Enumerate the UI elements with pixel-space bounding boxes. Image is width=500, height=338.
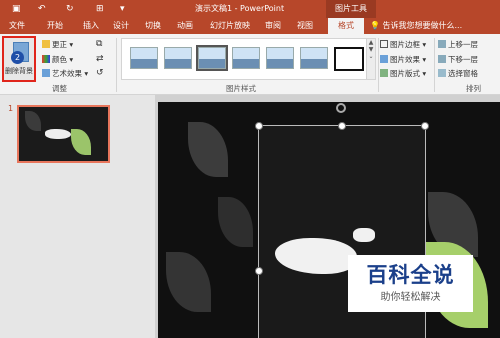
- thumbnail-leaf: [25, 111, 41, 131]
- selection-pane-icon: [438, 69, 446, 77]
- color-button[interactable]: 颜色 ▾: [42, 54, 73, 65]
- slide-thumbnail[interactable]: [17, 105, 110, 163]
- title-bar: ▣ ↶ ↻ ⊞ ▾ 演示文稿1 - PowerPoint 图片工具: [0, 0, 500, 18]
- lightbulb-icon: 💡: [370, 21, 380, 30]
- slide-number: 1: [8, 104, 14, 113]
- tell-me-search[interactable]: 💡 告诉我您想要做什么...: [370, 18, 495, 34]
- watermark-subtitle: 助你轻松解决: [380, 292, 441, 303]
- picture-tools-context: 图片工具: [326, 0, 376, 18]
- customize-qat-icon[interactable]: ▾: [120, 3, 125, 15]
- horse-head: [353, 228, 375, 242]
- artistic-effects-icon: [42, 69, 50, 77]
- corrections-icon: [42, 40, 50, 48]
- thumbnail-leaf: [71, 129, 91, 155]
- picture-styles-label: 图片样式: [226, 84, 256, 93]
- picture-style-7[interactable]: [334, 47, 364, 71]
- present-icon[interactable]: ⊞: [96, 3, 104, 15]
- resize-handle-ne[interactable]: [421, 122, 429, 130]
- tab-home[interactable]: 开始: [42, 18, 68, 34]
- tab-design[interactable]: 设计: [108, 18, 134, 34]
- save-icon[interactable]: ▣: [12, 3, 21, 15]
- picture-style-6[interactable]: [300, 47, 328, 69]
- adjust-group-label: 调整: [52, 84, 67, 93]
- tab-format[interactable]: 格式: [328, 18, 364, 34]
- picture-layout-icon: [380, 69, 388, 77]
- tab-view[interactable]: 视图: [292, 18, 318, 34]
- ribbon: 删除背景 更正 ▾ 颜色 ▾ 艺术效果 ▾ ⧉ ⇄ ↺ 调整 ▲ ▼ ⌄ 图片样式 …: [0, 34, 500, 95]
- separator: [378, 38, 379, 92]
- picture-styles-gallery: [121, 38, 368, 80]
- thumbnail-horse: [45, 129, 71, 139]
- picture-layout-button[interactable]: 图片版式 ▾: [380, 68, 426, 79]
- step-badge: 2: [11, 51, 24, 64]
- bring-forward-button[interactable]: 上移一层: [438, 39, 478, 50]
- picture-style-2[interactable]: [164, 47, 192, 69]
- tab-transitions[interactable]: 切换: [140, 18, 166, 34]
- picture-effects-icon: [380, 55, 388, 63]
- picture-border-button[interactable]: 图片边框 ▾: [380, 39, 426, 50]
- color-icon: [42, 55, 50, 63]
- arrange-group-label: 排列: [466, 84, 481, 93]
- gallery-scroll[interactable]: ▲ ▼ ⌄: [366, 38, 376, 80]
- reset-picture-icon[interactable]: ↺: [96, 68, 104, 78]
- remove-background-label: 删除背景: [5, 67, 33, 75]
- tab-review[interactable]: 审阅: [260, 18, 286, 34]
- corrections-button[interactable]: 更正 ▾: [42, 39, 73, 50]
- picture-style-5[interactable]: [266, 47, 294, 69]
- slide-thumbnails-pane: 1: [0, 95, 155, 338]
- resize-handle-n[interactable]: [338, 122, 346, 130]
- watermark-title: 百科全说: [366, 263, 455, 287]
- background-leaf: [188, 122, 228, 177]
- send-backward-icon: [438, 55, 446, 63]
- tab-insert[interactable]: 插入: [78, 18, 104, 34]
- tell-me-text: 告诉我您想要做什么...: [382, 21, 463, 30]
- picture-style-3[interactable]: [196, 45, 228, 71]
- picture-style-1[interactable]: [130, 47, 158, 69]
- picture-style-4[interactable]: [232, 47, 260, 69]
- tab-file[interactable]: 文件: [4, 18, 30, 34]
- bring-forward-icon: [438, 40, 446, 48]
- horse-image: [275, 238, 357, 274]
- artistic-effects-button[interactable]: 艺术效果 ▾: [42, 68, 88, 79]
- separator: [116, 38, 117, 92]
- rotate-handle-icon[interactable]: [336, 103, 346, 113]
- compress-pictures-icon[interactable]: ⧉: [96, 39, 102, 49]
- picture-effects-button[interactable]: 图片效果 ▾: [380, 54, 426, 65]
- selection-pane-button[interactable]: 选择窗格: [438, 68, 478, 79]
- ribbon-tabs: 文件 开始 插入 设计 切换 动画 幻灯片放映 审阅 视图 格式 💡 告诉我您想…: [0, 18, 500, 34]
- redo-icon[interactable]: ↻: [66, 3, 74, 15]
- change-picture-icon[interactable]: ⇄: [96, 54, 104, 64]
- background-leaf: [218, 197, 253, 247]
- picture-border-icon: [380, 40, 388, 48]
- window-title: 演示文稿1 - PowerPoint: [195, 4, 285, 13]
- separator: [434, 38, 435, 92]
- tab-slideshow[interactable]: 幻灯片放映: [206, 18, 254, 34]
- background-leaf: [166, 252, 211, 312]
- tab-animations[interactable]: 动画: [172, 18, 198, 34]
- send-backward-button[interactable]: 下移一层: [438, 54, 478, 65]
- undo-icon[interactable]: ↶: [38, 3, 46, 15]
- resize-handle-nw[interactable]: [255, 122, 263, 130]
- resize-handle-w[interactable]: [255, 267, 263, 275]
- watermark-logo: 百科全说 助你轻松解决: [348, 255, 473, 312]
